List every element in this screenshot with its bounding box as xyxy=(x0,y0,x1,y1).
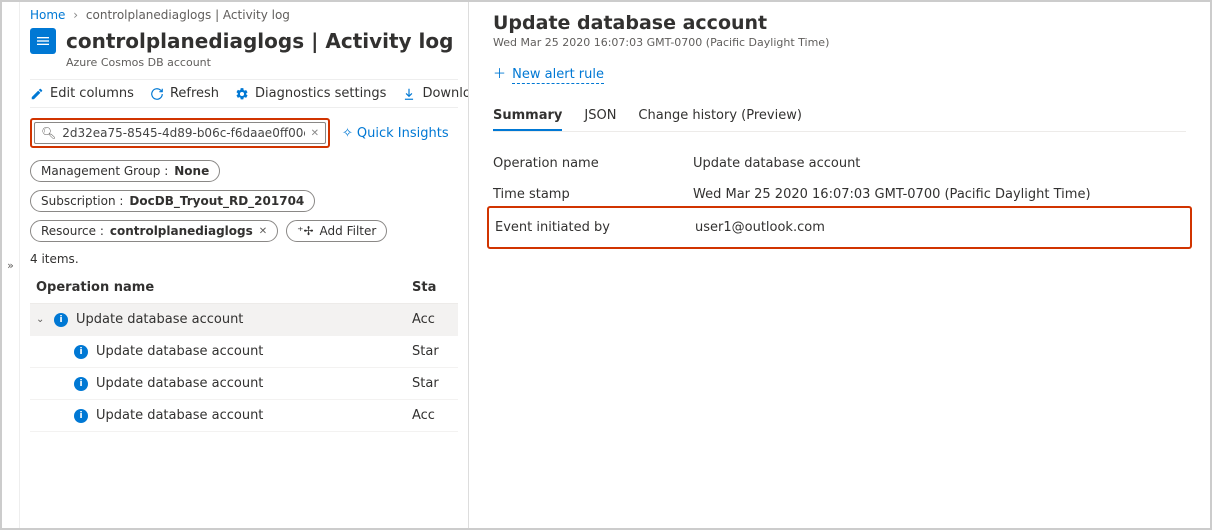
refresh-button[interactable]: Refresh xyxy=(150,86,219,101)
items-count: 4 items. xyxy=(30,252,458,266)
add-filter-icon: ⁺✢ xyxy=(297,224,313,238)
col-status[interactable]: Sta xyxy=(412,280,452,295)
filter-mg-value: None xyxy=(174,164,209,178)
row-status: Acc xyxy=(412,408,452,423)
col-operation-name[interactable]: Operation name xyxy=(36,280,412,295)
tab-json[interactable]: JSON xyxy=(584,102,616,131)
row-operation: Update database account xyxy=(96,376,412,391)
row-status: Star xyxy=(412,344,452,359)
tab-change-history[interactable]: Change history (Preview) xyxy=(638,102,802,131)
filter-res-label: Resource : xyxy=(41,224,104,238)
filters: Management Group : None Subscription : D… xyxy=(30,160,458,242)
row-status: Acc xyxy=(412,312,452,327)
refresh-label: Refresh xyxy=(170,86,219,101)
detail-subtitle: Wed Mar 25 2020 16:07:03 GMT-0700 (Pacif… xyxy=(493,36,1186,49)
tab-summary[interactable]: Summary xyxy=(493,102,562,131)
filter-resource[interactable]: Resource : controlplanediaglogs ✕ xyxy=(30,220,278,242)
table-row[interactable]: i Update database account Acc xyxy=(30,400,458,432)
info-icon: i xyxy=(74,345,88,359)
table-row[interactable]: i Update database account Star xyxy=(30,336,458,368)
info-icon: i xyxy=(54,313,68,327)
breadcrumb-home[interactable]: Home xyxy=(30,8,65,22)
page-title: controlplanediaglogs | Activity log xyxy=(66,29,453,53)
diagnostics-button[interactable]: Diagnostics settings xyxy=(235,86,386,101)
search-input[interactable] xyxy=(62,126,304,140)
breadcrumb-separator: › xyxy=(69,8,82,22)
diagnostics-label: Diagnostics settings xyxy=(255,86,386,101)
resource-icon xyxy=(30,28,56,54)
activity-log-pane: Home › controlplanediaglogs | Activity l… xyxy=(20,2,468,528)
gear-icon xyxy=(235,87,249,101)
row-operation: Update database account xyxy=(96,344,412,359)
kv-key: Time stamp xyxy=(493,187,693,202)
filter-sub-label: Subscription : xyxy=(41,194,123,208)
add-filter-label: Add Filter xyxy=(320,224,377,238)
kv-val: user1@outlook.com xyxy=(695,220,1184,235)
new-alert-rule-link[interactable]: New alert rule xyxy=(512,67,604,84)
breadcrumb-current: controlplanediaglogs | Activity log xyxy=(86,8,290,22)
clear-search-icon[interactable]: ✕ xyxy=(311,128,319,139)
event-initiated-highlight: Event initiated by user1@outlook.com xyxy=(487,206,1192,249)
detail-title: Update database account xyxy=(493,12,1186,34)
kv-key: Operation name xyxy=(493,156,693,171)
search-icon: 🔍︎ xyxy=(41,126,56,140)
remove-filter-icon[interactable]: ✕ xyxy=(259,226,267,237)
info-icon: i xyxy=(74,377,88,391)
kv-event-initiated-by: Event initiated by user1@outlook.com xyxy=(495,212,1184,243)
info-icon: i xyxy=(74,409,88,423)
chevron-down-icon[interactable]: ⌄ xyxy=(36,314,54,325)
detail-pane: Update database account Wed Mar 25 2020 … xyxy=(468,2,1210,528)
detail-tabs: Summary JSON Change history (Preview) xyxy=(493,102,1186,132)
table-row[interactable]: i Update database account Star xyxy=(30,368,458,400)
download-icon xyxy=(402,87,416,101)
edit-columns-button[interactable]: Edit columns xyxy=(30,86,134,101)
table-row[interactable]: ⌄ i Update database account Acc xyxy=(30,304,458,336)
quick-insights-label: Quick Insights xyxy=(357,126,449,141)
filter-sub-value: DocDB_Tryout_RD_201704 xyxy=(129,194,304,208)
breadcrumb: Home › controlplanediaglogs | Activity l… xyxy=(30,8,458,22)
toolbar: Edit columns Refresh Diagnostics setting… xyxy=(30,79,458,108)
kv-key: Event initiated by xyxy=(495,220,695,235)
filter-subscription[interactable]: Subscription : DocDB_Tryout_RD_201704 xyxy=(30,190,315,212)
edit-icon xyxy=(30,87,44,101)
plus-icon: ＋ xyxy=(493,67,506,82)
filter-mg-label: Management Group : xyxy=(41,164,168,178)
insights-icon: ✧ xyxy=(342,126,353,141)
search-highlight: 🔍︎ ✕ xyxy=(30,118,330,148)
quick-insights-link[interactable]: ✧ Quick Insights xyxy=(342,126,449,141)
table-header: Operation name Sta xyxy=(30,272,458,304)
row-operation: Update database account xyxy=(96,408,412,423)
kv-val: Wed Mar 25 2020 16:07:03 GMT-0700 (Pacif… xyxy=(693,187,1186,202)
add-filter-button[interactable]: ⁺✢ Add Filter xyxy=(286,220,387,242)
row-operation: Update database account xyxy=(76,312,412,327)
row-status: Star xyxy=(412,376,452,391)
download-button[interactable]: Download as C xyxy=(402,86,468,101)
filter-res-value: controlplanediaglogs xyxy=(110,224,253,238)
edit-columns-label: Edit columns xyxy=(50,86,134,101)
refresh-icon xyxy=(150,87,164,101)
filter-management-group[interactable]: Management Group : None xyxy=(30,160,220,182)
expand-sidebar-handle[interactable]: » xyxy=(2,2,20,528)
download-label: Download as C xyxy=(422,86,468,101)
kv-val: Update database account xyxy=(693,156,1186,171)
kv-operation-name: Operation name Update database account xyxy=(493,148,1186,179)
page-subtitle: Azure Cosmos DB account xyxy=(66,56,458,69)
